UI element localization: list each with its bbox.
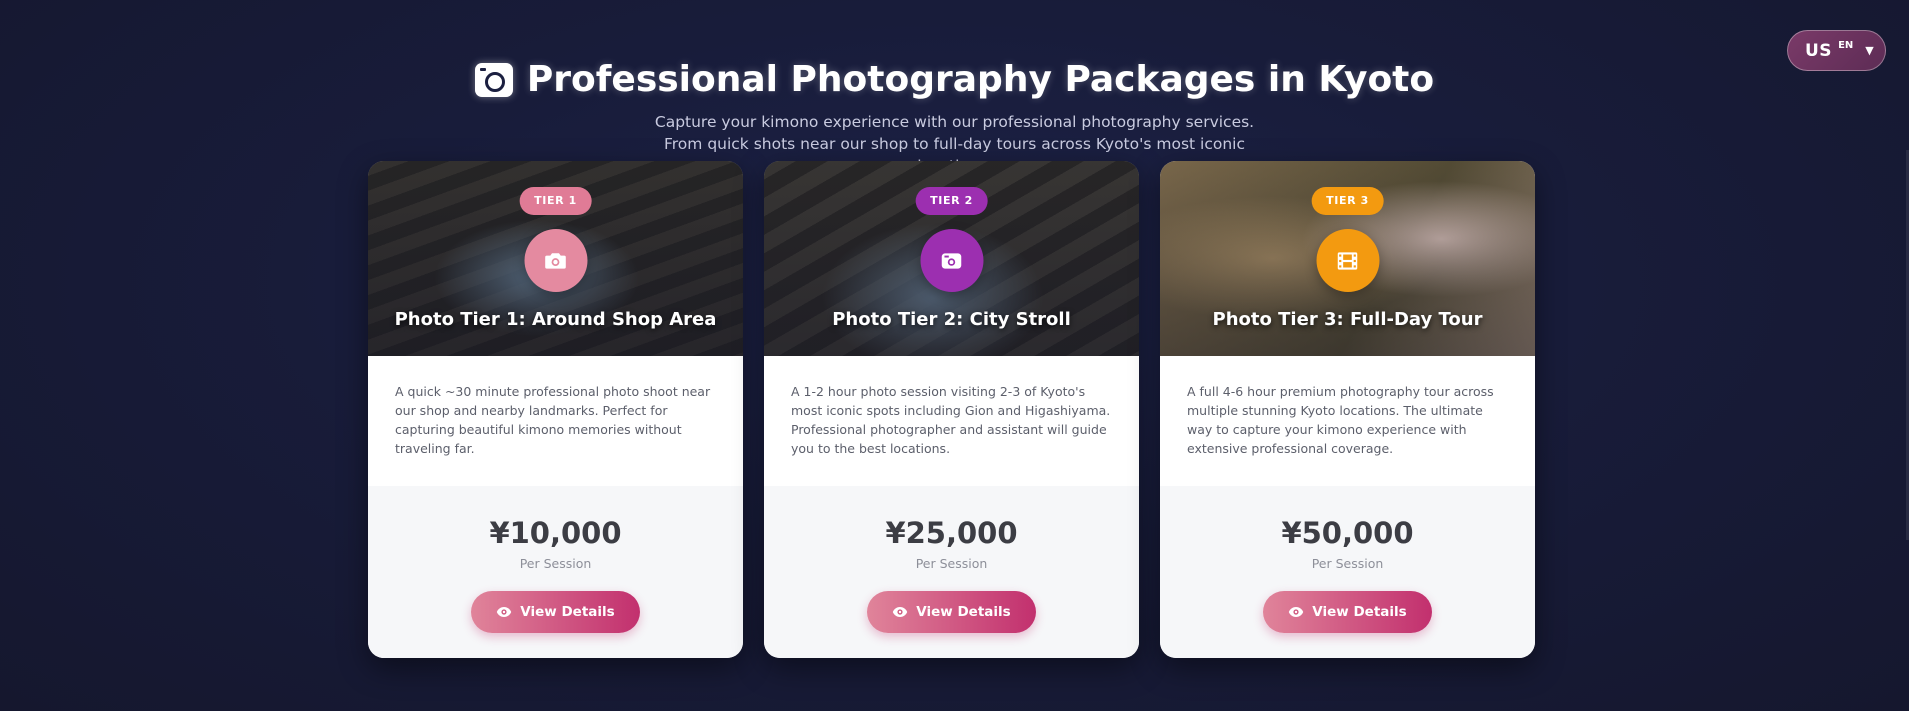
page-header: Professional Photography Packages in Kyo…: [0, 55, 1909, 177]
price-note: Per Session: [1311, 556, 1384, 571]
package-card-tier-2: TIER 2 Photo Tier 2: City Stroll A 1-2 h…: [764, 161, 1139, 658]
card-title: Photo Tier 1: Around Shop Area: [394, 309, 717, 330]
eye-icon: [892, 606, 908, 618]
view-details-button[interactable]: View Details: [471, 591, 640, 633]
package-card-tier-3: TIER 3 Photo Tier 3: Full-Day Tour A ful…: [1160, 161, 1535, 658]
card-price-area: ¥50,000 Per Session View Details: [1160, 486, 1535, 658]
tier-badge: TIER 2: [915, 187, 988, 215]
camera-retro-icon: [474, 63, 513, 97]
view-details-label: View Details: [1312, 604, 1407, 620]
card-hero-image: TIER 1 Photo Tier 1: Around Shop Area: [368, 161, 743, 356]
camera-retro-icon: [920, 229, 983, 292]
card-title: Photo Tier 2: City Stroll: [832, 309, 1071, 330]
tier-badge: TIER 3: [1311, 187, 1384, 215]
view-details-button[interactable]: View Details: [1263, 591, 1432, 633]
language-code: EN: [1838, 40, 1854, 51]
camera-icon: [524, 229, 587, 292]
price-note: Per Session: [519, 556, 592, 571]
page-title-row: Professional Photography Packages in Kyo…: [0, 55, 1909, 105]
card-hero-image: TIER 3 Photo Tier 3: Full-Day Tour: [1160, 161, 1535, 356]
package-cards: TIER 1 Photo Tier 1: Around Shop Area A …: [368, 161, 1535, 658]
package-card-tier-1: TIER 1 Photo Tier 1: Around Shop Area A …: [368, 161, 743, 658]
price-note: Per Session: [915, 556, 988, 571]
card-price-area: ¥25,000 Per Session View Details: [764, 486, 1139, 658]
card-description: A full 4-6 hour premium photography tour…: [1187, 384, 1494, 456]
card-price: ¥50,000: [1281, 516, 1414, 550]
card-price-area: ¥10,000 Per Session View Details: [368, 486, 743, 658]
tier-badge: TIER 1: [519, 187, 592, 215]
card-hero-image: TIER 2 Photo Tier 2: City Stroll: [764, 161, 1139, 356]
card-price: ¥10,000: [489, 516, 622, 550]
view-details-button[interactable]: View Details: [867, 591, 1036, 633]
page-title: Professional Photography Packages in Kyo…: [526, 59, 1435, 100]
film-icon: [1316, 229, 1379, 292]
card-description: A 1-2 hour photo session visiting 2-3 of…: [791, 384, 1111, 456]
view-details-label: View Details: [916, 604, 1011, 620]
card-price: ¥25,000: [885, 516, 1018, 550]
card-description: A quick ~30 minute professional photo sh…: [395, 384, 711, 456]
eye-icon: [1288, 606, 1304, 618]
view-details-label: View Details: [520, 604, 615, 620]
card-title: Photo Tier 3: Full-Day Tour: [1212, 309, 1483, 330]
eye-icon: [496, 606, 512, 618]
